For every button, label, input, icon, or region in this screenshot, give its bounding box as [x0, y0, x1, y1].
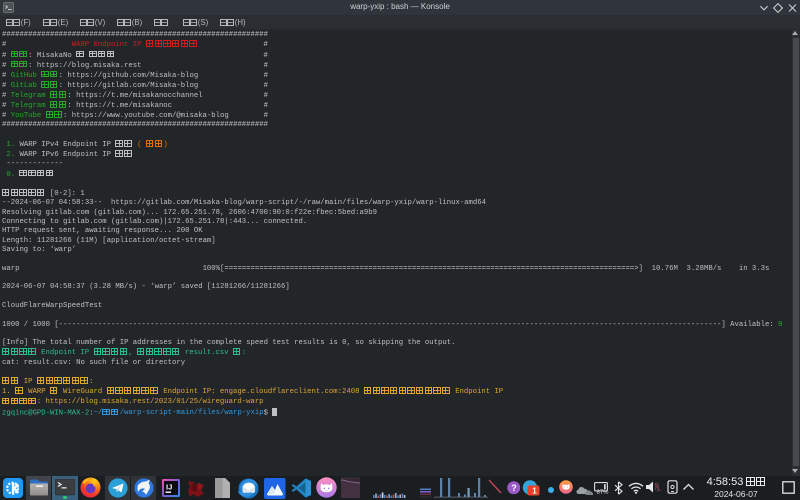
svg-text:1: 1 — [532, 486, 537, 495]
svg-text:?: ? — [511, 483, 517, 493]
svg-text:IJ: IJ — [166, 483, 172, 492]
